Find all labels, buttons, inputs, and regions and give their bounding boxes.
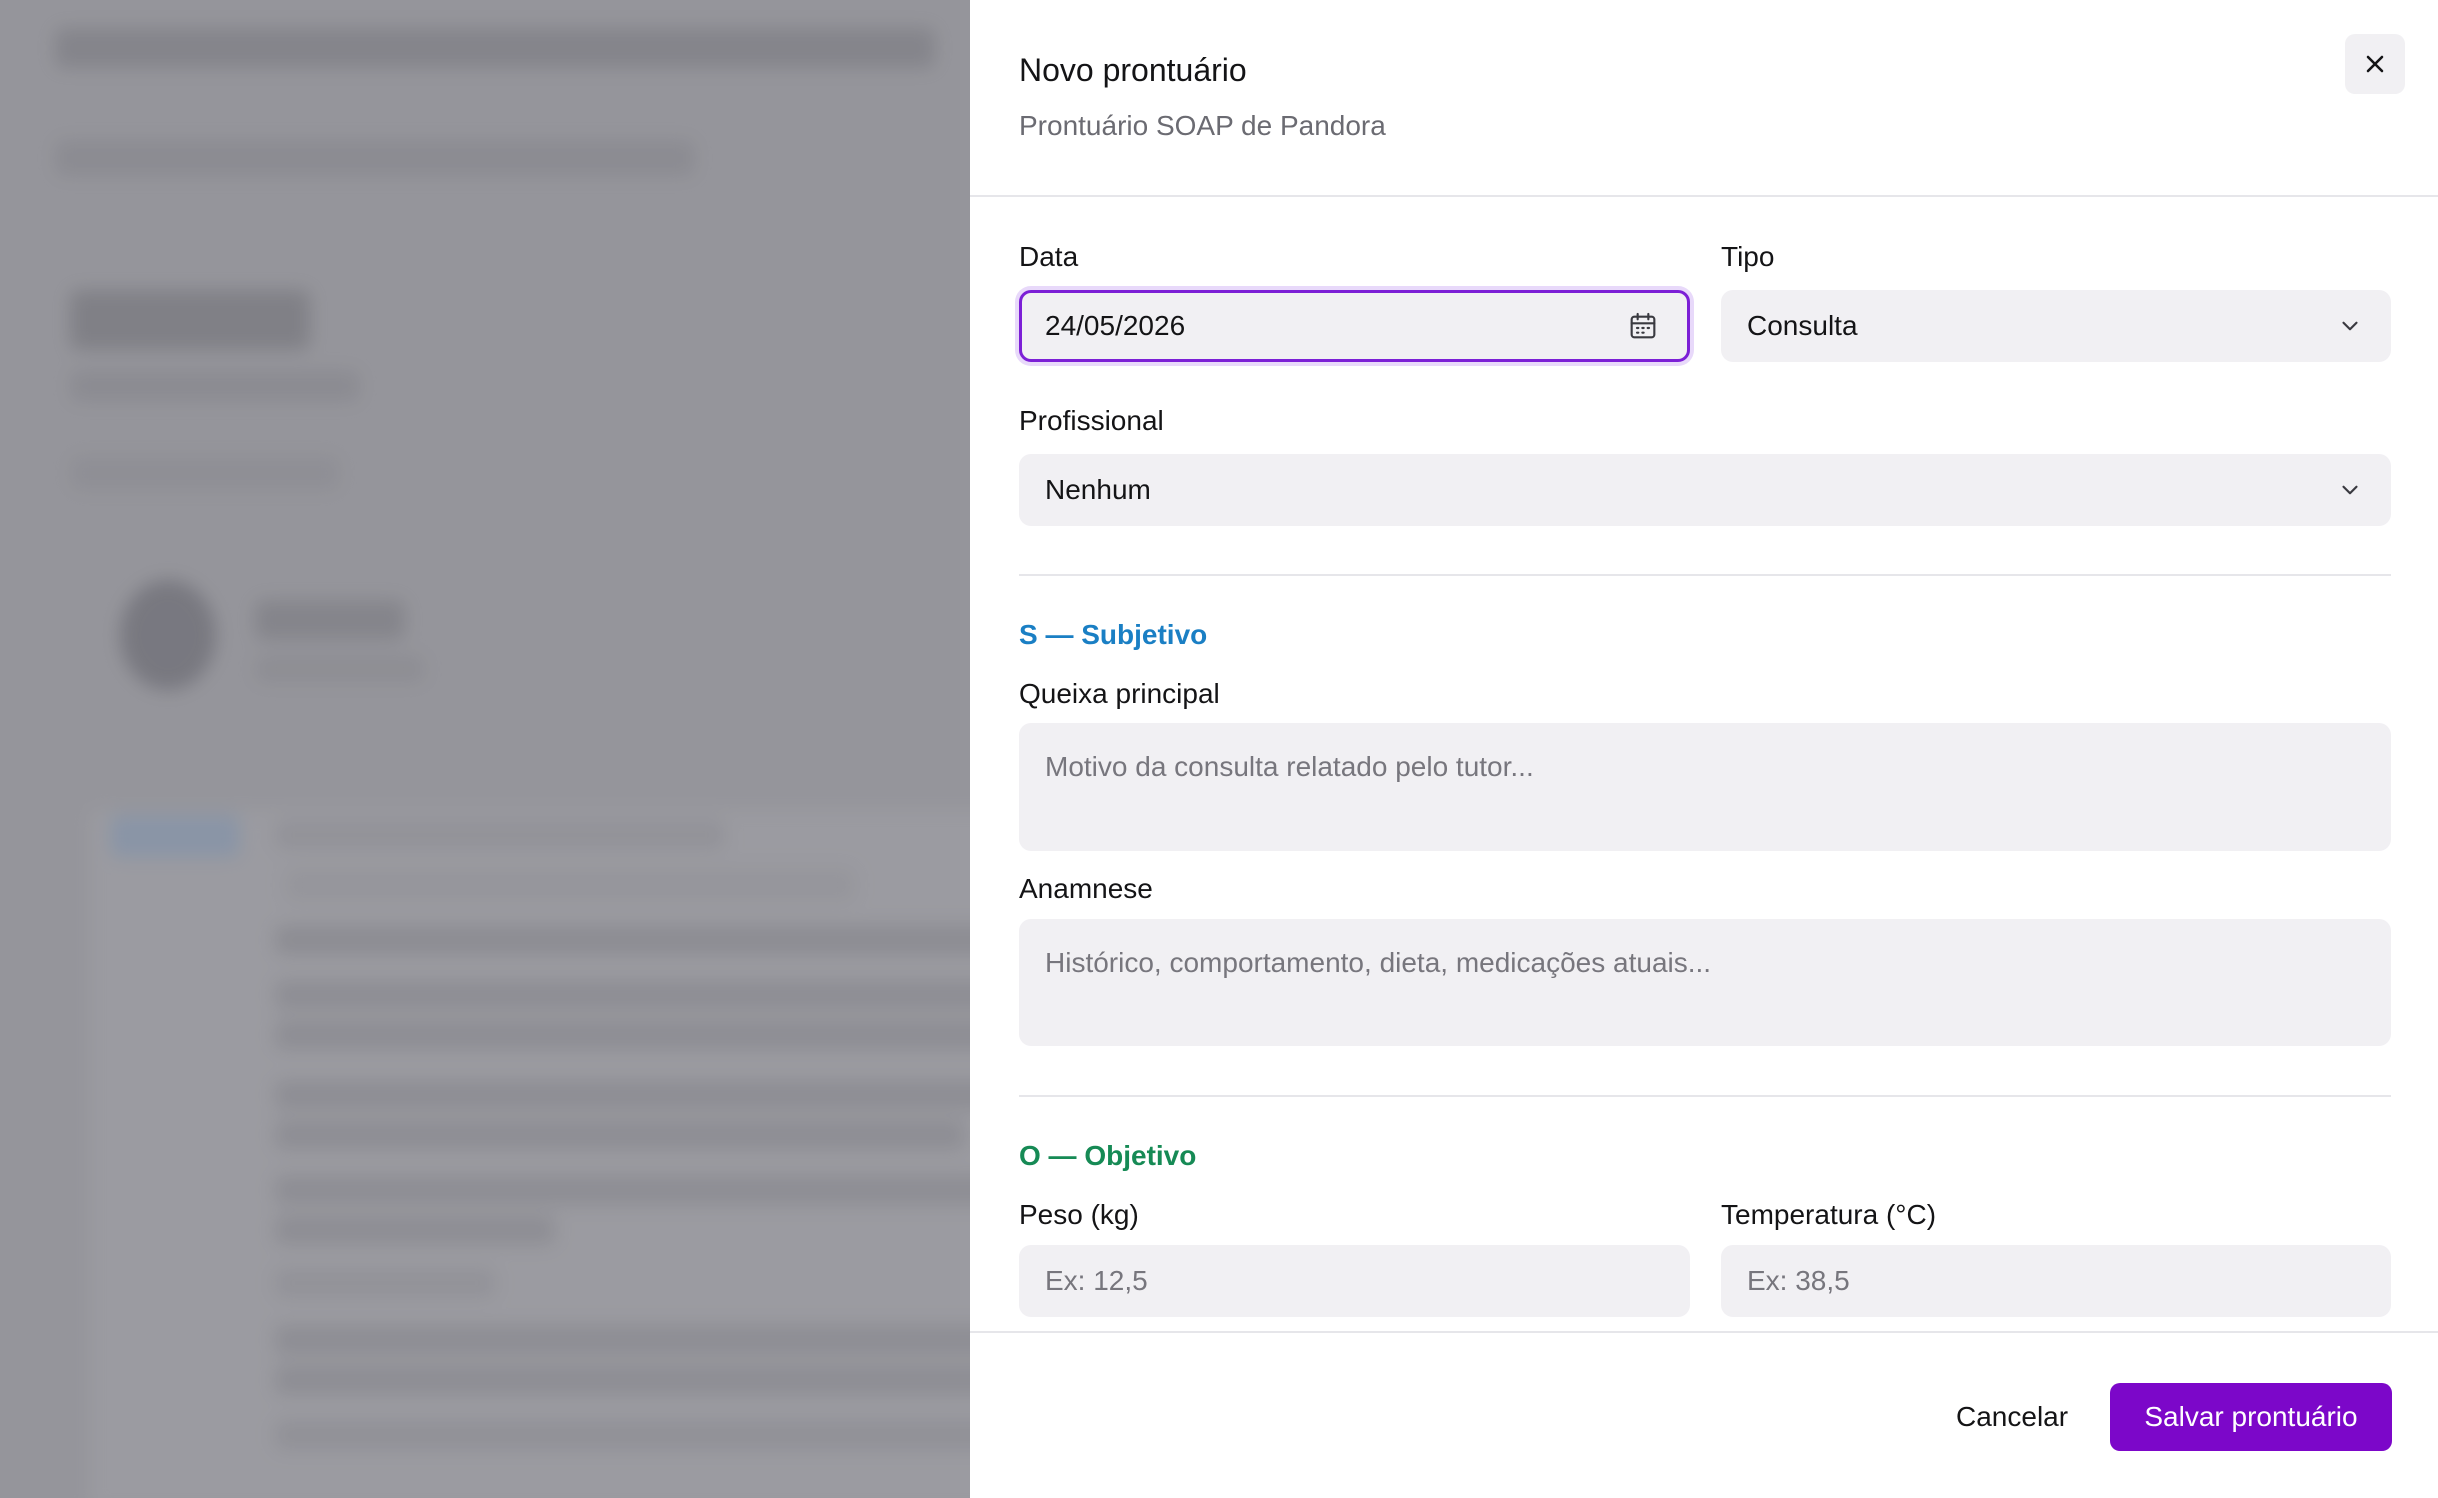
temperature-label: Temperatura (°C) — [1721, 1199, 1937, 1230]
weight-label: Peso (kg) — [1019, 1199, 1139, 1230]
date-input[interactable]: 24/05/2026 — [1019, 290, 1690, 362]
professional-select[interactable]: Nenhum — [1019, 454, 2391, 526]
calendar-icon — [1630, 312, 1656, 339]
anamnesis-label: Anamnese — [1019, 873, 1153, 904]
date-value: 24/05/2026 — [1045, 310, 1186, 341]
chief-complaint-placeholder: Motivo da consulta relatado pelo tutor..… — [1045, 751, 1534, 782]
cancel-button[interactable]: Cancelar — [1938, 1383, 2086, 1451]
chief-complaint-textarea[interactable]: Motivo da consulta relatado pelo tutor..… — [1019, 723, 2391, 851]
professional-value: Nenhum — [1045, 474, 1151, 505]
sheet-subtitle: Prontuário SOAP de Pandora — [1019, 110, 1386, 141]
type-value: Consulta — [1747, 310, 1858, 341]
close-icon — [2366, 55, 2384, 73]
new-record-sheet: Novo prontuário Prontuário SOAP de Pando… — [970, 0, 2438, 1498]
anamnesis-textarea[interactable]: Histórico, comportamento, dieta, medicaç… — [1019, 919, 2391, 1046]
save-record-button[interactable]: Salvar prontuário — [2110, 1383, 2392, 1451]
date-label: Data — [1019, 241, 1079, 272]
close-button[interactable] — [2345, 34, 2405, 94]
objective-section-title: O — Objetivo — [1019, 1140, 1197, 1171]
chief-complaint-label: Queixa principal — [1019, 678, 1220, 709]
anamnesis-placeholder: Histórico, comportamento, dieta, medicaç… — [1045, 947, 1712, 978]
temperature-placeholder: Ex: 38,5 — [1747, 1265, 1850, 1296]
section-divider — [1019, 574, 2391, 576]
section-divider — [1019, 1095, 2391, 1097]
sheet-header: Novo prontuário Prontuário SOAP de Pando… — [970, 0, 2438, 197]
subjective-section-title: S — Subjetivo — [1019, 619, 1208, 650]
sheet-body: Data 24/05/2026 Tipo Consulta Profission — [970, 199, 2438, 1331]
type-label: Tipo — [1721, 241, 1775, 272]
sheet-title: Novo prontuário — [1019, 52, 1247, 88]
chevron-down-icon — [2342, 485, 2358, 495]
chevron-down-icon — [2342, 321, 2358, 331]
professional-label: Profissional — [1019, 405, 1164, 436]
type-select[interactable]: Consulta — [1721, 290, 2391, 362]
calendar-button[interactable] — [1627, 310, 1659, 342]
weight-input[interactable]: Ex: 12,5 — [1019, 1245, 1690, 1317]
sheet-footer: Cancelar Salvar prontuário — [970, 1331, 2438, 1498]
temperature-input[interactable]: Ex: 38,5 — [1721, 1245, 2391, 1317]
weight-placeholder: Ex: 12,5 — [1045, 1265, 1148, 1296]
